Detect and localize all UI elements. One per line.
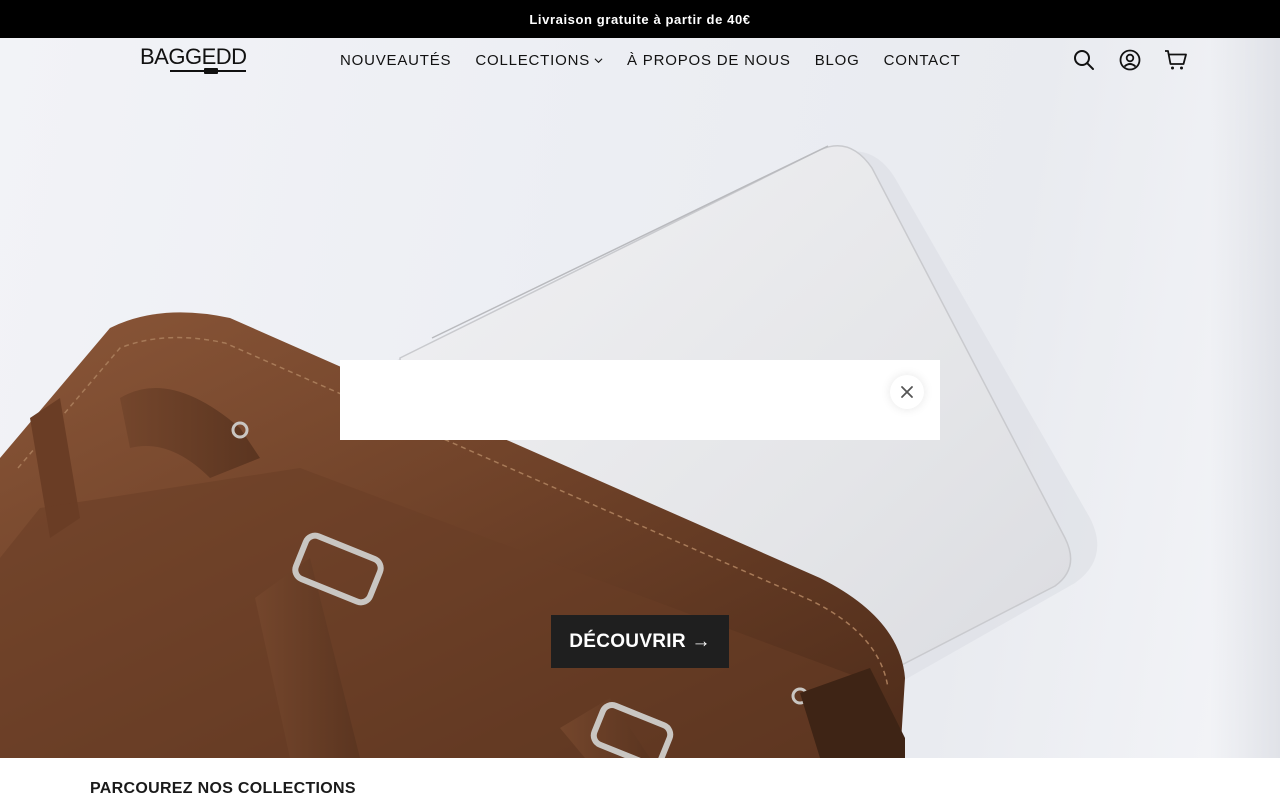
nav-label: BLOG [814, 51, 860, 69]
site-header: BAGGEDD NOUVEAUTÉS COLLECTIONS À PROPOS … [0, 38, 1280, 82]
header-icons [1070, 46, 1190, 74]
logo-mark [204, 68, 218, 74]
nav-label: À PROPOS DE NOUS [627, 51, 791, 69]
main-nav: NOUVEAUTÉS COLLECTIONS À PROPOS DE NOUS … [340, 38, 961, 82]
nav-label: NOUVEAUTÉS [340, 51, 452, 69]
announcement-text: Livraison gratuite à partir de 40€ [529, 11, 751, 27]
search-icon [1074, 50, 1094, 70]
search-button[interactable] [1070, 46, 1098, 74]
discover-button[interactable]: DÉCOUVRIR → [551, 615, 729, 668]
nav-item-contact[interactable]: CONTACT [884, 52, 961, 69]
hero-edge-shade [1210, 38, 1280, 758]
chevron-down-icon [594, 57, 603, 63]
close-icon [901, 386, 913, 398]
collections-heading: PARCOUREZ NOS COLLECTIONS [90, 780, 356, 797]
popup-modal [340, 360, 940, 440]
modal-close-button[interactable] [890, 375, 924, 409]
nav-label: COLLECTIONS [475, 51, 591, 69]
announcement-bar: Livraison gratuite à partir de 40€ [0, 0, 1280, 38]
nav-item-collections[interactable]: COLLECTIONS [475, 52, 603, 69]
brand-logo[interactable]: BAGGEDD [140, 46, 248, 74]
discover-button-label: DÉCOUVRIR → [569, 630, 711, 652]
nav-item-a-propos[interactable]: À PROPOS DE NOUS [627, 52, 791, 69]
logo-text: BAGGEDD [140, 44, 247, 69]
cart-icon [1165, 50, 1187, 70]
nav-label: CONTACT [883, 51, 961, 69]
account-icon [1119, 49, 1141, 71]
account-button[interactable] [1116, 46, 1144, 74]
nav-item-blog[interactable]: BLOG [815, 52, 860, 69]
nav-item-nouveautes[interactable]: NOUVEAUTÉS [340, 52, 451, 69]
cart-button[interactable] [1162, 46, 1190, 74]
